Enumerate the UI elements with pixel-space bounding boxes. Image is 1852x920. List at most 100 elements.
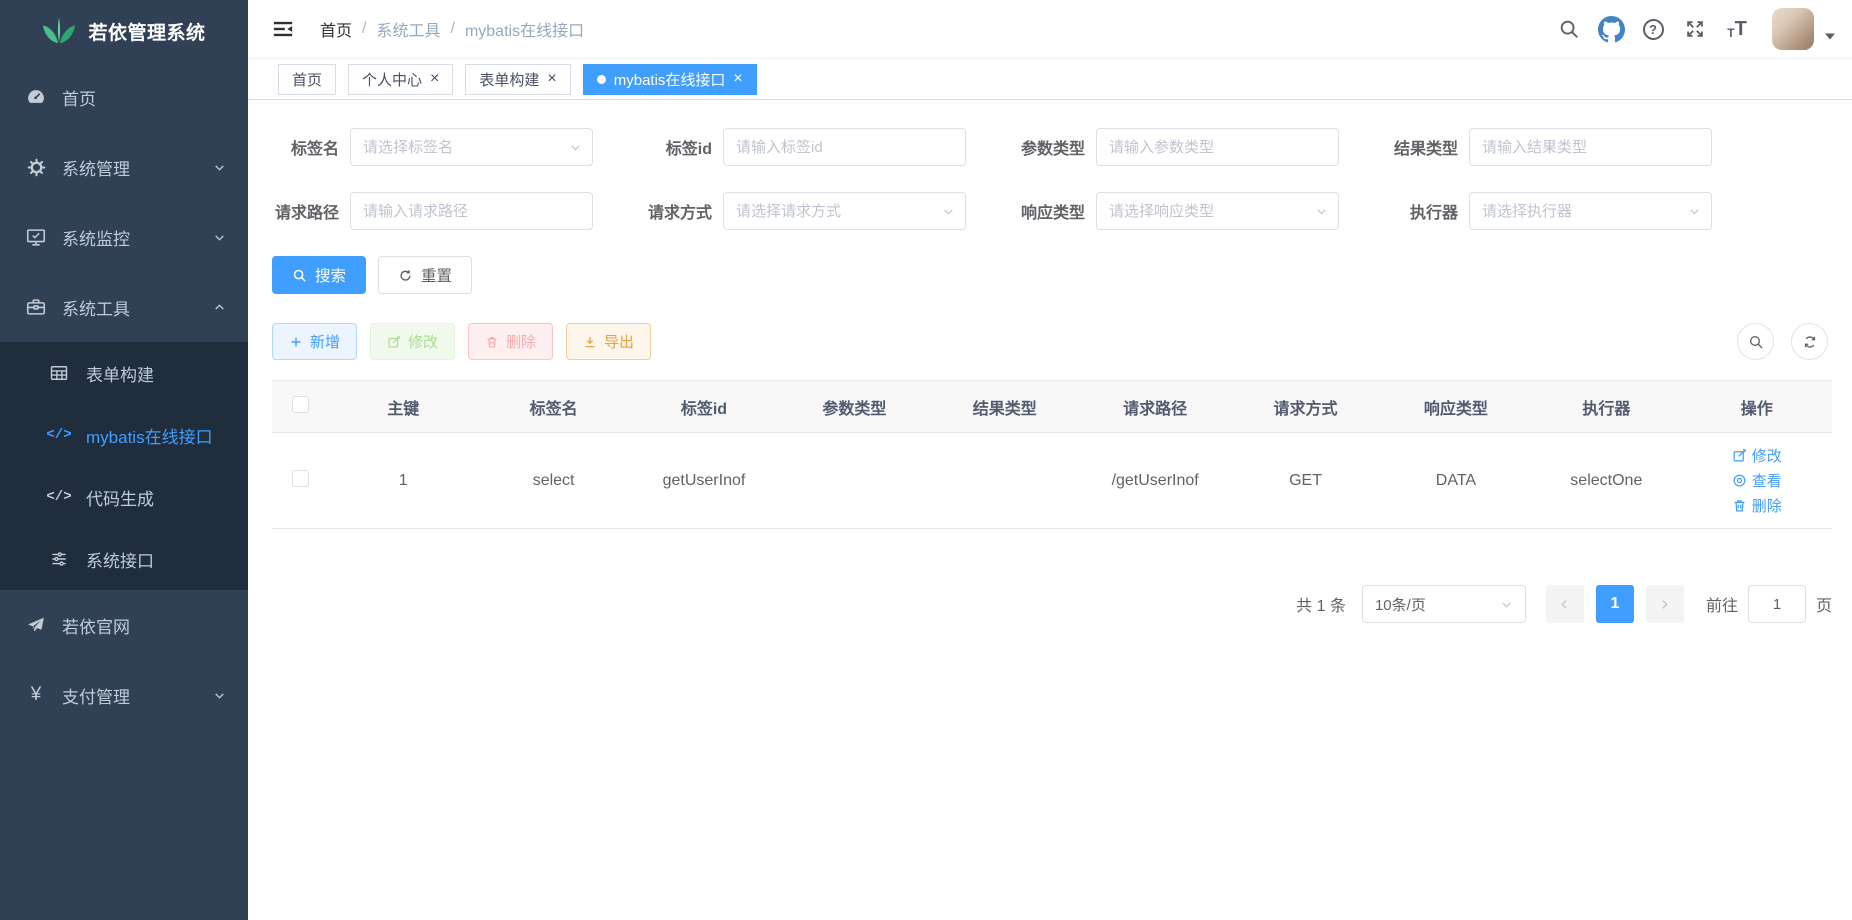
executor-select[interactable] <box>1469 192 1712 230</box>
column-header: 请求路径 <box>1080 381 1230 433</box>
refresh-table-button[interactable] <box>1791 323 1828 360</box>
result-type-input[interactable] <box>1469 128 1712 166</box>
row-checkbox[interactable] <box>292 470 309 487</box>
delete-button[interactable]: 删除 <box>468 323 553 360</box>
sidebar-item-system-monitor[interactable]: 系统监控 <box>0 202 248 272</box>
table-toolbar: 新增 修改 删除 导出 <box>272 323 1832 360</box>
github-icon[interactable] <box>1590 9 1632 49</box>
select-all-checkbox[interactable] <box>292 396 309 413</box>
export-button[interactable]: 导出 <box>566 323 651 360</box>
tag-name-select[interactable] <box>350 128 593 166</box>
request-method-select-input[interactable] <box>723 192 966 230</box>
column-header: 标签名 <box>478 381 628 433</box>
breadcrumb-section: 系统工具 <box>376 17 440 41</box>
sidebar-item-label: 系统接口 <box>86 547 228 572</box>
page-size-select[interactable]: 10条/页 <box>1362 585 1526 623</box>
chevron-down-icon <box>213 161 226 174</box>
tab-label: 首页 <box>292 69 322 90</box>
page-content: 标签名 标签id 参数类型 结果类型 <box>248 100 1852 920</box>
view-icon <box>1732 473 1747 488</box>
chevron-down-icon <box>213 689 226 702</box>
reset-button[interactable]: 重置 <box>378 256 472 294</box>
help-icon[interactable]: ? <box>1632 9 1674 49</box>
edit-icon <box>387 335 401 349</box>
filter-label: 结果类型 <box>1391 135 1469 159</box>
sidebar: 若依管理系统 首页 系统管理 系统监控 <box>0 0 248 920</box>
goto-page-input[interactable] <box>1748 585 1806 623</box>
sidebar-collapse-icon[interactable] <box>272 18 294 40</box>
user-avatar[interactable] <box>1772 8 1814 50</box>
param-type-input[interactable] <box>1096 128 1339 166</box>
close-icon[interactable]: × <box>547 71 556 87</box>
cell-operations: 修改 查看 删除 <box>1682 433 1832 529</box>
sidebar-item-mybatis-api[interactable]: </> mybatis在线接口 <box>0 404 248 466</box>
total-count: 共 1 条 <box>1296 592 1346 616</box>
prev-page-button[interactable] <box>1546 585 1584 623</box>
tag-id-input[interactable] <box>723 128 966 166</box>
cell-param-type <box>779 433 929 529</box>
sidebar-item-form-builder[interactable]: 表单构建 <box>0 342 248 404</box>
search-icon[interactable] <box>1548 9 1590 49</box>
row-view-link[interactable]: 查看 <box>1732 470 1782 491</box>
cell-request-path: /getUserInof <box>1080 433 1230 529</box>
filter-response-type: 响应类型 <box>1018 192 1350 230</box>
tab-profile[interactable]: 个人中心 × <box>348 64 453 95</box>
row-delete-link[interactable]: 删除 <box>1732 495 1782 516</box>
table-row[interactable]: 1 select getUserInof /getUserInof GET DA… <box>272 433 1832 529</box>
breadcrumb-separator: / <box>450 20 454 38</box>
sidebar-item-payment[interactable]: ¥ 支付管理 <box>0 660 248 730</box>
font-size-icon[interactable]: TT <box>1716 9 1758 49</box>
page-1-button[interactable]: 1 <box>1596 585 1634 623</box>
sidebar-item-label: 表单构建 <box>86 361 228 386</box>
filter-request-method: 请求方式 <box>645 192 977 230</box>
sidebar-item-system-tools[interactable]: 系统工具 <box>0 272 248 342</box>
column-header: 执行器 <box>1531 381 1681 433</box>
trash-icon <box>1732 498 1747 513</box>
refresh-icon <box>1802 334 1818 350</box>
response-type-select-input[interactable] <box>1096 192 1339 230</box>
sidebar-item-ruoyi-site[interactable]: 若依官网 <box>0 590 248 660</box>
chevron-up-icon <box>213 301 226 314</box>
tab-home[interactable]: 首页 <box>278 64 336 95</box>
sidebar-item-home[interactable]: 首页 <box>0 62 248 132</box>
close-icon[interactable]: × <box>733 71 742 87</box>
breadcrumb-home[interactable]: 首页 <box>320 17 352 41</box>
request-path-input[interactable] <box>350 192 593 230</box>
sidebar-item-system-api[interactable]: 系统接口 <box>0 528 248 590</box>
tab-form-builder[interactable]: 表单构建 × <box>465 64 570 95</box>
request-method-select[interactable] <box>723 192 966 230</box>
close-icon[interactable]: × <box>430 71 439 87</box>
cell-tag-name: select <box>478 433 628 529</box>
tag-name-select-input[interactable] <box>350 128 593 166</box>
app-logo[interactable]: 若依管理系统 <box>0 0 248 62</box>
response-type-select[interactable] <box>1096 192 1339 230</box>
edit-button[interactable]: 修改 <box>370 323 455 360</box>
filter-label: 执行器 <box>1391 199 1469 223</box>
leaf-logo-icon <box>42 16 76 46</box>
search-icon <box>292 268 307 283</box>
add-button[interactable]: 新增 <box>272 323 357 360</box>
column-header: 参数类型 <box>779 381 929 433</box>
app-title: 若依管理系统 <box>88 18 205 45</box>
next-page-button[interactable] <box>1646 585 1684 623</box>
cell-result-type <box>930 433 1080 529</box>
monitor-icon <box>24 226 48 248</box>
caret-down-icon[interactable] <box>1824 32 1836 41</box>
executor-select-input[interactable] <box>1469 192 1712 230</box>
toggle-search-button[interactable] <box>1737 323 1774 360</box>
tab-label: mybatis在线接口 <box>614 69 726 90</box>
fullscreen-icon[interactable] <box>1674 9 1716 49</box>
sidebar-item-label: 若依官网 <box>62 613 226 638</box>
sidebar-item-system-admin[interactable]: 系统管理 <box>0 132 248 202</box>
cell-id: 1 <box>328 433 478 529</box>
table-header-row: 主键 标签名 标签id 参数类型 结果类型 请求路径 请求方式 响应类型 执行器… <box>272 381 1832 433</box>
sidebar-item-label: 支付管理 <box>62 683 213 708</box>
search-button[interactable]: 搜索 <box>272 256 366 294</box>
yen-icon: ¥ <box>24 684 48 706</box>
filter-row-2: 请求路径 请求方式 响应类型 执行器 <box>272 192 1832 230</box>
filter-label: 请求方式 <box>645 199 723 223</box>
sidebar-item-code-gen[interactable]: </> 代码生成 <box>0 466 248 528</box>
filter-request-path: 请求路径 <box>272 192 604 230</box>
tab-mybatis-api[interactable]: mybatis在线接口 × <box>583 64 757 95</box>
row-edit-link[interactable]: 修改 <box>1732 445 1782 466</box>
